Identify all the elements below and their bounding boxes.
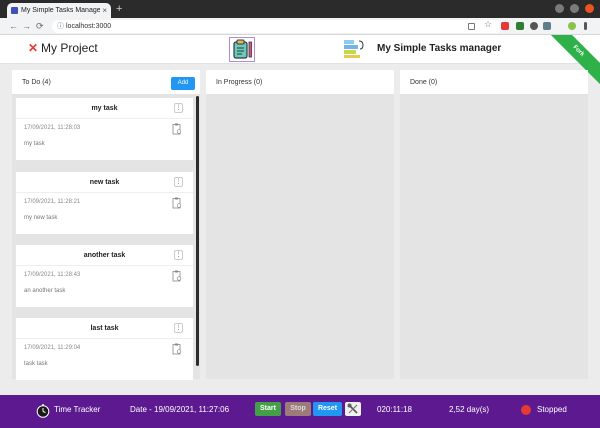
browser-tab[interactable]: My Simple Tasks Manager × (7, 3, 111, 18)
browser-menu-icon[interactable] (584, 22, 587, 30)
tools-icon (347, 403, 358, 414)
browser-toolbar: ← → ⟳ ⓘ localhost:3000 ☆ (0, 18, 600, 35)
task-menu-icon[interactable]: ⋮ (174, 177, 183, 187)
settings-tool-button[interactable] (345, 402, 361, 416)
task-menu-icon[interactable]: ⋮ (174, 250, 183, 260)
todo-scrollbar[interactable] (196, 96, 199, 366)
todo-column-header: To Do (4) Add (12, 70, 200, 94)
tracker-date: Date - 19/09/2021, 11:27:06 (130, 405, 230, 414)
clipboard-logo-icon (229, 37, 255, 62)
task-title: my task (91, 105, 118, 112)
task-board-logo-icon (343, 39, 365, 59)
task-details-icon[interactable] (172, 123, 182, 135)
stop-button[interactable]: Stop (285, 402, 311, 416)
site-info-icon[interactable]: ⓘ (57, 20, 64, 33)
task-title: another task (83, 252, 126, 259)
add-task-button[interactable]: Add (171, 77, 195, 90)
app-favicon-icon (11, 7, 18, 14)
task-title: last task (90, 325, 119, 332)
app-viewport: ✕ My Project My Simple Tasks manager For (0, 35, 600, 392)
in-progress-column-header: In Progress (0) (206, 70, 394, 94)
task-details-icon[interactable] (172, 270, 182, 282)
minimize-window-button[interactable] (555, 4, 564, 13)
task-card[interactable]: another task ⋮ 17/09/2021, 11:28:43 an a… (16, 245, 193, 307)
task-details-icon[interactable] (172, 343, 182, 355)
close-window-button[interactable] (585, 4, 594, 13)
footer-divider (0, 392, 600, 395)
tracker-status: Stopped (537, 405, 567, 414)
time-tracker-bar: Time Tracker Date - 19/09/2021, 11:27:06… (0, 392, 600, 428)
task-divider (16, 192, 193, 193)
task-date: 17/09/2021, 11:28:43 (24, 272, 81, 278)
status-indicator-icon (521, 405, 531, 415)
task-menu-icon[interactable]: ⋮ (174, 323, 183, 333)
app-title: My Simple Tasks manager (377, 43, 502, 54)
screen-cast-icon[interactable] (468, 23, 475, 30)
task-date: 17/09/2021, 11:28:21 (24, 199, 81, 205)
reload-button[interactable]: ⟳ (36, 20, 44, 32)
new-tab-button[interactable]: + (116, 3, 122, 15)
task-divider (16, 338, 193, 339)
task-card[interactable]: my task ⋮ 17/09/2021, 11:28:03 my task (16, 98, 193, 160)
time-tracker-label: Time Tracker (54, 405, 101, 414)
task-details-icon[interactable] (172, 197, 182, 209)
extension-flag-icon[interactable] (516, 22, 524, 30)
browser-tab-bar: My Simple Tasks Manager × + (0, 0, 600, 18)
done-column: Done (0) (400, 70, 588, 379)
forward-button[interactable]: → (22, 20, 31, 32)
extension-red-icon[interactable] (501, 22, 509, 30)
task-divider (16, 265, 193, 266)
todo-column-title: To Do (4) (22, 79, 51, 86)
done-column-header: Done (0) (400, 70, 588, 94)
address-bar[interactable]: ⓘ localhost:3000 (52, 20, 502, 33)
task-card[interactable]: new task ⋮ 17/09/2021, 11:28:21 my new t… (16, 172, 193, 234)
in-progress-column: In Progress (0) (206, 70, 394, 379)
close-project-icon[interactable]: ✕ (28, 41, 38, 55)
task-divider (16, 118, 193, 119)
profile-avatar[interactable] (568, 22, 576, 30)
fork-ribbon-label: Fork (571, 44, 586, 58)
tab-close-icon[interactable]: × (102, 6, 107, 15)
task-description: an another task (24, 288, 66, 294)
task-date: 17/09/2021, 11:28:03 (24, 125, 81, 131)
done-column-title: Done (0) (410, 79, 438, 86)
maximize-window-button[interactable] (570, 4, 579, 13)
task-date: 17/09/2021, 11:29:04 (24, 345, 81, 351)
start-button[interactable]: Start (255, 402, 281, 416)
address-url: localhost:3000 (66, 23, 112, 30)
project-name: My Project (41, 41, 98, 55)
task-title: new task (89, 179, 120, 186)
task-description: my task (24, 141, 45, 147)
stopwatch-icon (36, 404, 50, 418)
in-progress-column-title: In Progress (0) (216, 79, 263, 86)
reset-button[interactable]: Reset (313, 402, 342, 416)
extension-dark-icon[interactable] (530, 22, 538, 30)
back-button[interactable]: ← (9, 20, 18, 32)
task-menu-icon[interactable]: ⋮ (174, 103, 183, 113)
app-header: ✕ My Project My Simple Tasks manager (0, 35, 600, 64)
task-description: task task (24, 361, 48, 367)
task-card[interactable]: last task ⋮ 17/09/2021, 11:29:04 task ta… (16, 318, 193, 380)
todo-column: To Do (4) Add my task ⋮ 17/09/2021, 11:2… (12, 70, 200, 380)
task-description: my new task (24, 215, 58, 221)
extension-puzzle-icon[interactable] (543, 22, 551, 30)
browser-tab-title: My Simple Tasks Manager (21, 7, 101, 14)
bookmark-star-icon[interactable]: ☆ (484, 19, 492, 30)
elapsed-days: 2,52 day(s) (449, 405, 490, 414)
elapsed-time: 020:11:18 (377, 405, 412, 414)
